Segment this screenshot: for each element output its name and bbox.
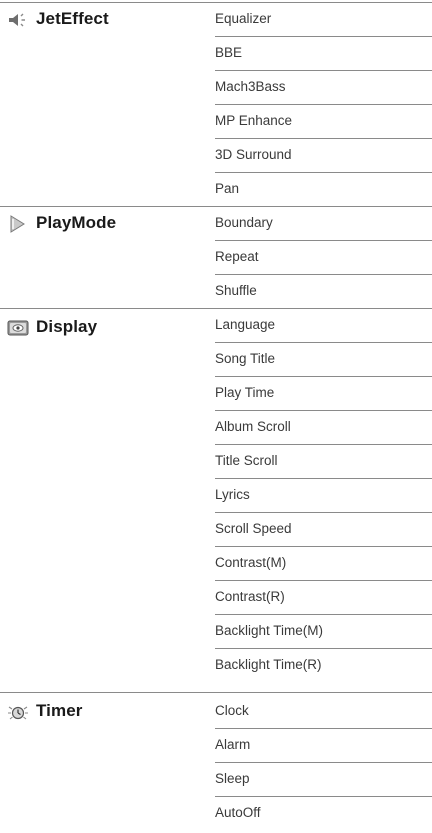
category-name: Display [36,317,98,336]
menu-item-mach3bass[interactable]: Mach3Bass [215,70,430,104]
menu-item-equalizer[interactable]: Equalizer [215,2,430,36]
menu-item-play-time[interactable]: Play Time [215,376,430,410]
menu-item-clock[interactable]: Clock [215,694,430,728]
display-icon [7,319,29,337]
menu-item-scroll-speed[interactable]: Scroll Speed [215,512,430,546]
menu-item-lyrics[interactable]: Lyrics [215,478,430,512]
menu-item-sleep[interactable]: Sleep [215,762,430,796]
category-name: Timer [36,701,83,720]
menu-item-mp-enhance[interactable]: MP Enhance [215,104,430,138]
menu-item-backlight-time-r[interactable]: Backlight Time(R) [215,648,430,682]
menu-item-repeat[interactable]: Repeat [215,240,430,274]
menu-item-title-scroll[interactable]: Title Scroll [215,444,430,478]
category-display: Display [0,310,200,344]
menu-item-boundary[interactable]: Boundary [215,206,430,240]
menu-item-autooff[interactable]: AutoOff [215,796,430,830]
menu-item-contrast-r[interactable]: Contrast(R) [215,580,430,614]
menu-item-contrast-m[interactable]: Contrast(M) [215,546,430,580]
menu-item-3d-surround[interactable]: 3D Surround [215,138,430,172]
menu-item-album-scroll[interactable]: Album Scroll [215,410,430,444]
section-rule [0,692,432,693]
menu-item-language[interactable]: Language [215,308,430,342]
menu-item-pan[interactable]: Pan [215,172,430,206]
play-mode-icon [7,215,29,233]
category-name: JetEffect [36,9,109,28]
menu-item-alarm[interactable]: Alarm [215,728,430,762]
category-name: PlayMode [36,213,117,232]
category-jeteffect: JetEffect [0,2,200,36]
speaker-icon [7,11,29,29]
menu-item-shuffle[interactable]: Shuffle [215,274,430,308]
category-timer: Timer [0,694,200,728]
menu-item-song-title[interactable]: Song Title [215,342,430,376]
timer-icon [7,703,29,721]
category-playmode: PlayMode [0,206,200,240]
menu-item-bbe[interactable]: BBE [215,36,430,70]
menu-item-backlight-time-m[interactable]: Backlight Time(M) [215,614,430,648]
